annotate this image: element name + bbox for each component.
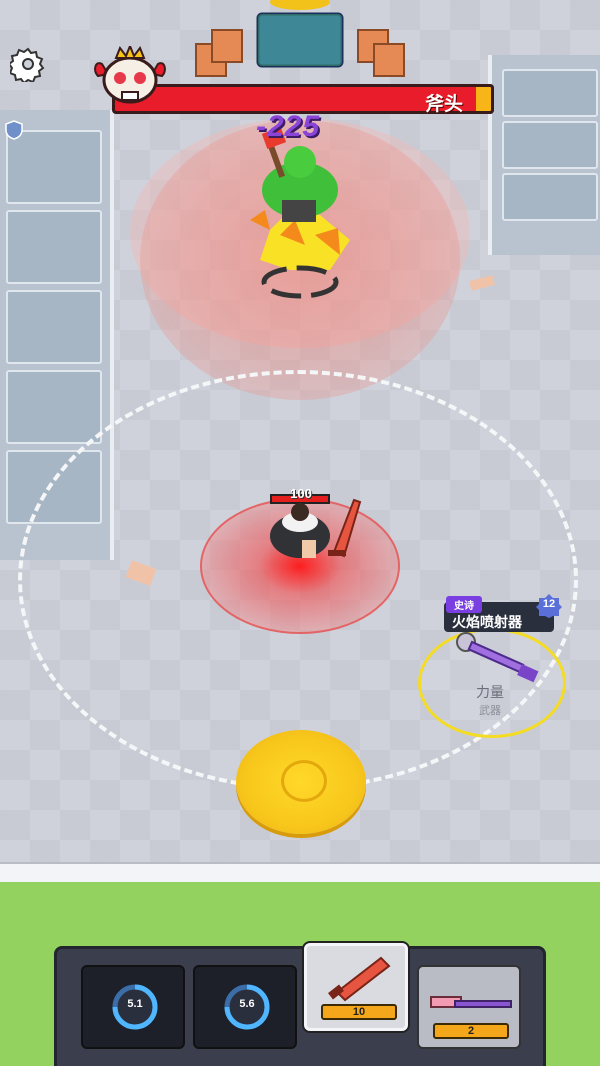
player-character — [270, 498, 362, 558]
crates-and-chest — [195, 0, 405, 77]
weapon-level: 12 — [542, 598, 556, 610]
damage-popup: -225 — [256, 110, 321, 143]
window-pane — [6, 370, 102, 444]
weapon-stat-label: 力量 — [476, 684, 504, 700]
flamethrower-icon — [456, 632, 539, 683]
cooldown-value: 5.6 — [239, 998, 255, 1010]
cooldown-value: 5.1 — [127, 998, 143, 1010]
window-pane — [502, 69, 598, 117]
arena-rim — [0, 862, 600, 884]
window-pane — [502, 121, 598, 169]
boss-bar-cap — [476, 84, 494, 114]
ammo-count: 2 — [433, 1023, 509, 1039]
weapon-stat-sub: 武器 — [479, 705, 501, 717]
weapon-hotbar: 5.1 5.6 10 2 — [54, 943, 546, 1066]
coin-pad[interactable] — [236, 730, 366, 834]
sword-icon — [328, 956, 391, 1002]
skill-slot-1[interactable]: 5.1 — [81, 965, 185, 1049]
ammo-count: 10 — [321, 1004, 397, 1020]
gear-icon[interactable] — [10, 46, 46, 82]
shield-icon — [5, 120, 23, 140]
boss-skull-icon — [94, 46, 166, 104]
boss-name: 斧头 — [424, 94, 463, 115]
window-pane — [6, 130, 102, 204]
rifle-icon — [430, 996, 512, 1008]
weapon-slot-rifle[interactable]: 2 — [417, 965, 521, 1049]
rarity-badge: 史诗 — [446, 596, 482, 613]
skill-slot-2[interactable]: 5.6 — [193, 965, 297, 1049]
weapon-slot-sword[interactable]: 10 — [304, 943, 408, 1031]
boss-character — [250, 127, 350, 299]
window-pane — [6, 290, 102, 364]
window-pane — [502, 173, 598, 221]
right-building — [488, 55, 600, 255]
level-badge: 12 — [536, 594, 562, 618]
window-pane — [6, 210, 102, 284]
